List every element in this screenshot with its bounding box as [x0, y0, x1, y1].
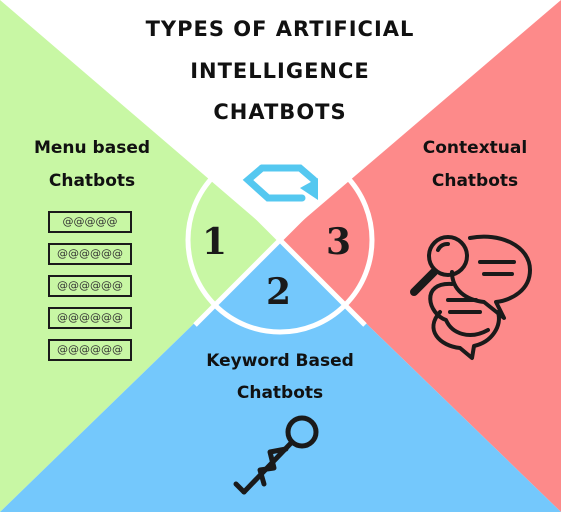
menu-label-line-1: Menu based	[33, 138, 151, 158]
keyword-label-line-1: Keyword Based	[206, 351, 354, 371]
menu-item: @@@@@@	[48, 243, 132, 265]
contextual-label-line-2: Chatbots	[431, 171, 519, 191]
number-1: 1	[202, 221, 228, 263]
menu-item: @@@@@@	[48, 307, 132, 329]
title-line-2: INTELLIGENCE	[190, 59, 370, 83]
menu-label-line-2: Chatbots	[48, 171, 136, 191]
contextual-label-line-1: Contextual	[422, 138, 528, 158]
menu-item: @@@@@	[48, 211, 132, 233]
number-2: 2	[266, 271, 292, 313]
menu-item: @@@@@@	[48, 275, 132, 297]
infographic: TYPES OF ARTIFICIAL INTELLIGENCE CHATBOT…	[0, 0, 561, 512]
menu-item: @@@@@@	[48, 339, 132, 361]
keyword-label-line-2: Chatbots	[236, 383, 324, 403]
title-line-1: TYPES OF ARTIFICIAL	[145, 17, 415, 41]
title-line-3: CHATBOTS	[213, 100, 347, 124]
number-3: 3	[326, 221, 352, 263]
